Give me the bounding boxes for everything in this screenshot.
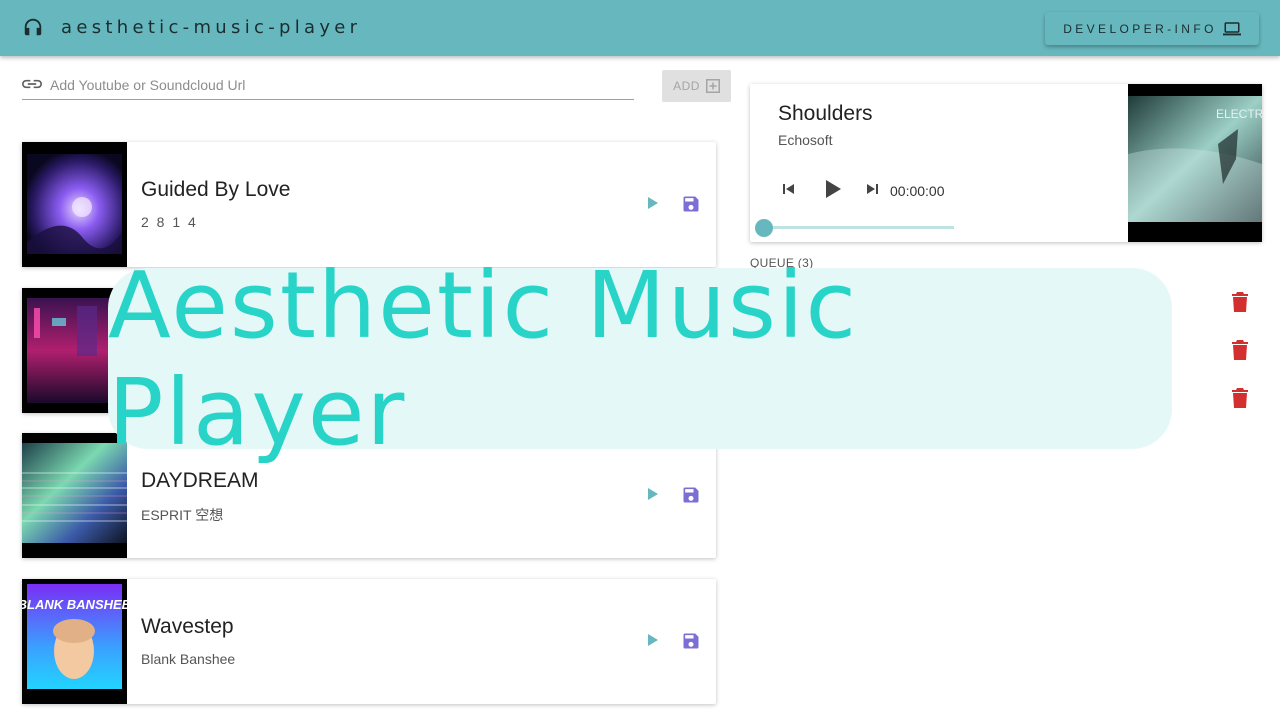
add-button[interactable]: ADD <box>662 70 731 102</box>
playback-time: 00:00:00 <box>890 183 945 199</box>
trash-icon[interactable] <box>1231 292 1249 312</box>
developer-info-button[interactable]: DEVELOPER-INFO <box>1045 12 1259 45</box>
album-cover-text: BLANK BANSHEE <box>22 597 127 612</box>
album-art <box>22 142 127 267</box>
headphones-icon <box>24 18 42 36</box>
add-box-icon <box>705 79 720 93</box>
title-overlay: Aesthetic Music Player <box>108 252 1172 466</box>
add-button-label: ADD <box>673 79 700 93</box>
save-icon[interactable] <box>681 631 701 651</box>
track-card: BLANK BANSHEE Wavestep Blank Banshee <box>22 579 716 704</box>
now-playing-title: Shoulders <box>778 102 873 125</box>
now-playing-card: Shoulders Echosoft 00:00:00 ELECTR <box>750 84 1262 242</box>
save-icon[interactable] <box>681 194 701 214</box>
play-icon[interactable] <box>644 194 662 212</box>
trash-icon[interactable] <box>1231 340 1249 360</box>
save-icon[interactable] <box>681 485 701 505</box>
trash-icon[interactable] <box>1231 388 1249 408</box>
track-artist: ESPRIT 空想 <box>141 507 224 523</box>
now-playing-artist: Echosoft <box>778 132 833 148</box>
track-artist: Blank Banshee <box>141 651 236 667</box>
link-icon <box>22 79 42 89</box>
track-card: Guided By Love 2 8 1 4 <box>22 142 716 267</box>
app-title: aesthetic-music-player <box>61 17 362 38</box>
progress-thumb[interactable] <box>755 219 773 237</box>
overlay-title: Aesthetic Music Player <box>108 251 859 466</box>
album-art: BLANK BANSHEE <box>22 579 127 704</box>
progress-track[interactable] <box>764 226 954 229</box>
album-cover-text: ELECTR <box>1216 107 1262 121</box>
play-icon[interactable] <box>644 631 662 649</box>
laptop-icon <box>1222 21 1241 35</box>
skip-previous-icon[interactable] <box>781 181 797 197</box>
play-icon[interactable] <box>644 485 662 503</box>
url-input-row <box>22 70 634 100</box>
app-bar: aesthetic-music-player DEVELOPER-INFO <box>0 0 1280 56</box>
developer-info-label: DEVELOPER-INFO <box>1063 21 1217 36</box>
skip-next-icon[interactable] <box>864 181 880 197</box>
play-icon[interactable] <box>820 177 844 201</box>
track-title: Guided By Love <box>141 178 291 201</box>
url-input[interactable] <box>50 74 630 96</box>
track-title: DAYDREAM <box>141 469 259 492</box>
now-playing-album-art: ELECTR <box>1128 84 1262 242</box>
track-title: Wavestep <box>141 615 234 638</box>
track-artist: 2 8 1 4 <box>141 214 198 230</box>
